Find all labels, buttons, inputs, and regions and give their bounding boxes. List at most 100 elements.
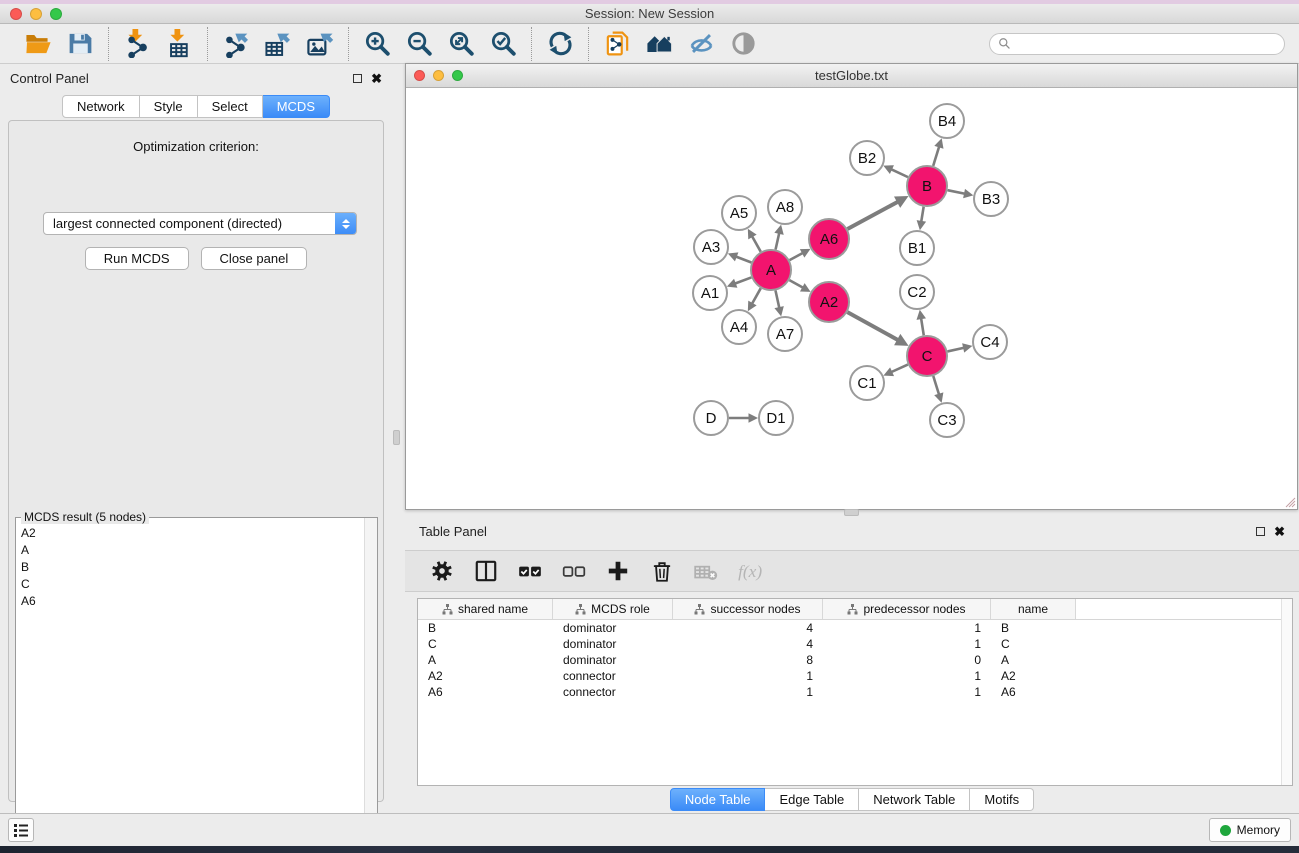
table-row[interactable]: Bdominator41B: [418, 620, 1292, 636]
table-cell[interactable]: dominator: [553, 653, 673, 667]
open-session-button[interactable]: [22, 28, 54, 60]
graph-node-C3[interactable]: C3: [930, 403, 964, 437]
table-cell[interactable]: 1: [823, 621, 991, 635]
table-cell[interactable]: 4: [673, 637, 823, 651]
vertical-splitter-handle[interactable]: [393, 430, 400, 445]
zoom-in-button[interactable]: [361, 28, 393, 60]
tab-motifs[interactable]: Motifs: [970, 788, 1034, 811]
table-cell[interactable]: 1: [673, 669, 823, 683]
table-cell[interactable]: dominator: [553, 621, 673, 635]
export-network-button[interactable]: [220, 28, 252, 60]
zoom-out-button[interactable]: [403, 28, 435, 60]
graph-edge-A-A8[interactable]: [774, 225, 783, 250]
task-history-button[interactable]: [8, 818, 34, 842]
table-cell[interactable]: A2: [991, 669, 1076, 683]
table-cell[interactable]: A: [991, 653, 1076, 667]
mcds-result-item[interactable]: A6: [17, 592, 363, 609]
graph-edge-C-C1[interactable]: [883, 365, 907, 376]
tab-select[interactable]: Select: [198, 95, 263, 118]
graph-edge-D-D1[interactable]: [729, 413, 758, 423]
graph-edge-B-B4[interactable]: [933, 138, 943, 166]
table-scrollbar[interactable]: [1281, 599, 1292, 785]
table-cell[interactable]: 1: [823, 685, 991, 699]
refresh-button[interactable]: [544, 28, 576, 60]
add-column-button[interactable]: [603, 556, 633, 586]
graph-node-A5[interactable]: A5: [722, 196, 756, 230]
graph-node-A1[interactable]: A1: [693, 276, 727, 310]
zoom-selected-button[interactable]: [487, 28, 519, 60]
import-network-button[interactable]: [121, 28, 153, 60]
column-header-MCDS-role[interactable]: MCDS role: [553, 599, 673, 619]
export-image-button[interactable]: [304, 28, 336, 60]
import-table-button[interactable]: [163, 28, 195, 60]
column-header-successor-nodes[interactable]: successor nodes: [673, 599, 823, 619]
close-table-panel-icon[interactable]: ✖: [1274, 527, 1285, 536]
graph-node-D[interactable]: D: [694, 401, 728, 435]
horizontal-splitter-handle[interactable]: [844, 509, 859, 516]
graph-edge-A-A1[interactable]: [727, 277, 752, 287]
zoom-fit-button[interactable]: [445, 28, 477, 60]
graph-edge-C-C3[interactable]: [933, 376, 943, 403]
tab-edge-table[interactable]: Edge Table: [765, 788, 859, 811]
graph-node-A6[interactable]: A6: [809, 219, 849, 259]
graph-edge-B-B1[interactable]: [917, 207, 926, 230]
tab-network[interactable]: Network: [62, 95, 140, 118]
memory-button[interactable]: Memory: [1209, 818, 1291, 842]
graph-node-B4[interactable]: B4: [930, 104, 964, 138]
graph-edge-A2-C[interactable]: [847, 312, 908, 346]
graph-edge-A-A3[interactable]: [728, 252, 752, 262]
mcds-result-item[interactable]: C: [17, 575, 363, 592]
eye-button[interactable]: [727, 28, 759, 60]
mcds-result-item[interactable]: B: [17, 558, 363, 575]
table-cell[interactable]: dominator: [553, 637, 673, 651]
tab-style[interactable]: Style: [140, 95, 198, 118]
table-cell[interactable]: A6: [991, 685, 1076, 699]
delete-column-button[interactable]: [647, 556, 677, 586]
float-panel-icon[interactable]: [353, 74, 362, 83]
graph-node-D1[interactable]: D1: [759, 401, 793, 435]
mcds-result-item[interactable]: A2: [17, 524, 363, 541]
graph-edge-A6-B[interactable]: [847, 196, 908, 229]
table-cell[interactable]: connector: [553, 685, 673, 699]
graph-node-B2[interactable]: B2: [850, 141, 884, 175]
select-all-button[interactable]: [515, 556, 545, 586]
export-table-button[interactable]: [262, 28, 294, 60]
criterion-dropdown[interactable]: largest connected component (directed): [43, 212, 357, 235]
graph-edge-C-C2[interactable]: [917, 310, 926, 335]
tab-mcds[interactable]: MCDS: [263, 95, 330, 118]
graph-node-A7[interactable]: A7: [768, 317, 802, 351]
table-row[interactable]: A2connector11A2: [418, 668, 1292, 684]
result-scrollbar[interactable]: [364, 518, 377, 853]
table-cell[interactable]: A: [418, 653, 553, 667]
graph-edge-A-A6[interactable]: [790, 249, 811, 260]
table-cell[interactable]: C: [991, 637, 1076, 651]
graph-node-A2[interactable]: A2: [809, 282, 849, 322]
tab-network-table[interactable]: Network Table: [859, 788, 970, 811]
mcds-result-item[interactable]: A: [17, 541, 363, 558]
new-network-from-selection-button[interactable]: [601, 28, 633, 60]
table-row[interactable]: A6connector11A6: [418, 684, 1292, 700]
graph-edge-C-C4[interactable]: [947, 343, 972, 352]
graph-node-A[interactable]: A: [751, 250, 791, 290]
search-input[interactable]: [1015, 37, 1276, 51]
resize-grip-icon[interactable]: [1282, 494, 1296, 508]
graph-edge-A-A7[interactable]: [774, 291, 783, 317]
close-panel-icon[interactable]: ✖: [371, 74, 382, 83]
graph-node-A3[interactable]: A3: [694, 230, 728, 264]
tab-node-table[interactable]: Node Table: [670, 788, 766, 811]
table-cell[interactable]: 1: [823, 637, 991, 651]
settings-gear-button[interactable]: [427, 556, 457, 586]
hide-panel-button[interactable]: [685, 28, 717, 60]
graph-edge-A-A5[interactable]: [748, 229, 761, 252]
table-cell[interactable]: 8: [673, 653, 823, 667]
graph-edge-A-A4[interactable]: [748, 288, 761, 311]
graph-edge-B-B3[interactable]: [948, 189, 974, 198]
table-cell[interactable]: 0: [823, 653, 991, 667]
graph-node-A8[interactable]: A8: [768, 190, 802, 224]
float-table-panel-icon[interactable]: [1256, 527, 1265, 536]
home-button[interactable]: [643, 28, 675, 60]
graph-node-A4[interactable]: A4: [722, 310, 756, 344]
network-canvas[interactable]: AA1A2A3A4A5A6A7A8BB1B2B3B4CC1C2C3C4DD1: [406, 89, 1297, 509]
column-header-name[interactable]: name: [991, 599, 1076, 619]
graph-node-B1[interactable]: B1: [900, 231, 934, 265]
